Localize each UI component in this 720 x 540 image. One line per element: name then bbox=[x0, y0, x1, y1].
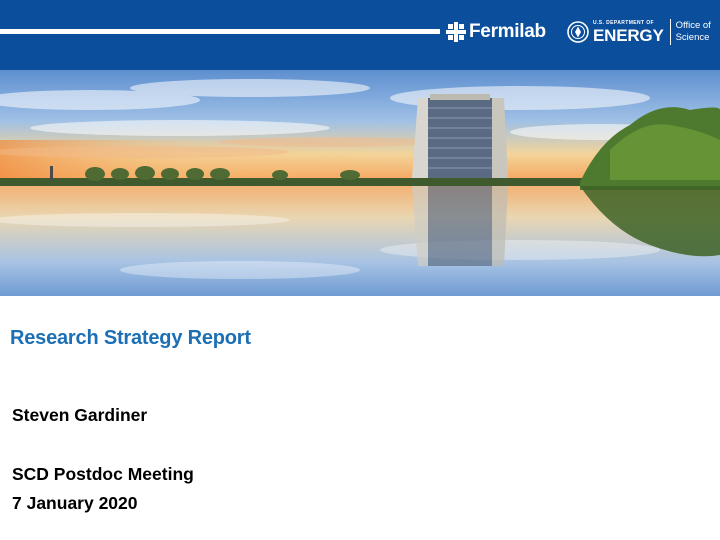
doe-energy-wordmark: ENERGY bbox=[593, 25, 664, 45]
fermilab-logo: Fermilab bbox=[446, 20, 546, 44]
office-of-science-label: Office of Science bbox=[675, 20, 711, 43]
fermilab-wordmark: Fermilab bbox=[469, 21, 546, 42]
fermilab-emblem-icon bbox=[446, 22, 466, 42]
header-bar: Fermilab U.S. DEPARTMENT OF ENERGY Offic… bbox=[0, 0, 720, 70]
wilson-hall-reflection-photo bbox=[0, 70, 720, 296]
doe-department-label: U.S. DEPARTMENT OF bbox=[593, 19, 654, 26]
meeting-name: SCD Postdoc Meeting bbox=[12, 464, 194, 484]
slide-title: Research Strategy Report bbox=[10, 327, 251, 349]
header-stripe bbox=[0, 29, 440, 34]
doe-logo: U.S. DEPARTMENT OF ENERGY Office of Scie… bbox=[567, 18, 711, 46]
presenter-name: Steven Gardiner bbox=[12, 405, 148, 425]
presentation-date: 7 January 2020 bbox=[12, 493, 138, 513]
doe-divider bbox=[669, 19, 671, 45]
doe-seal-icon bbox=[567, 21, 589, 43]
